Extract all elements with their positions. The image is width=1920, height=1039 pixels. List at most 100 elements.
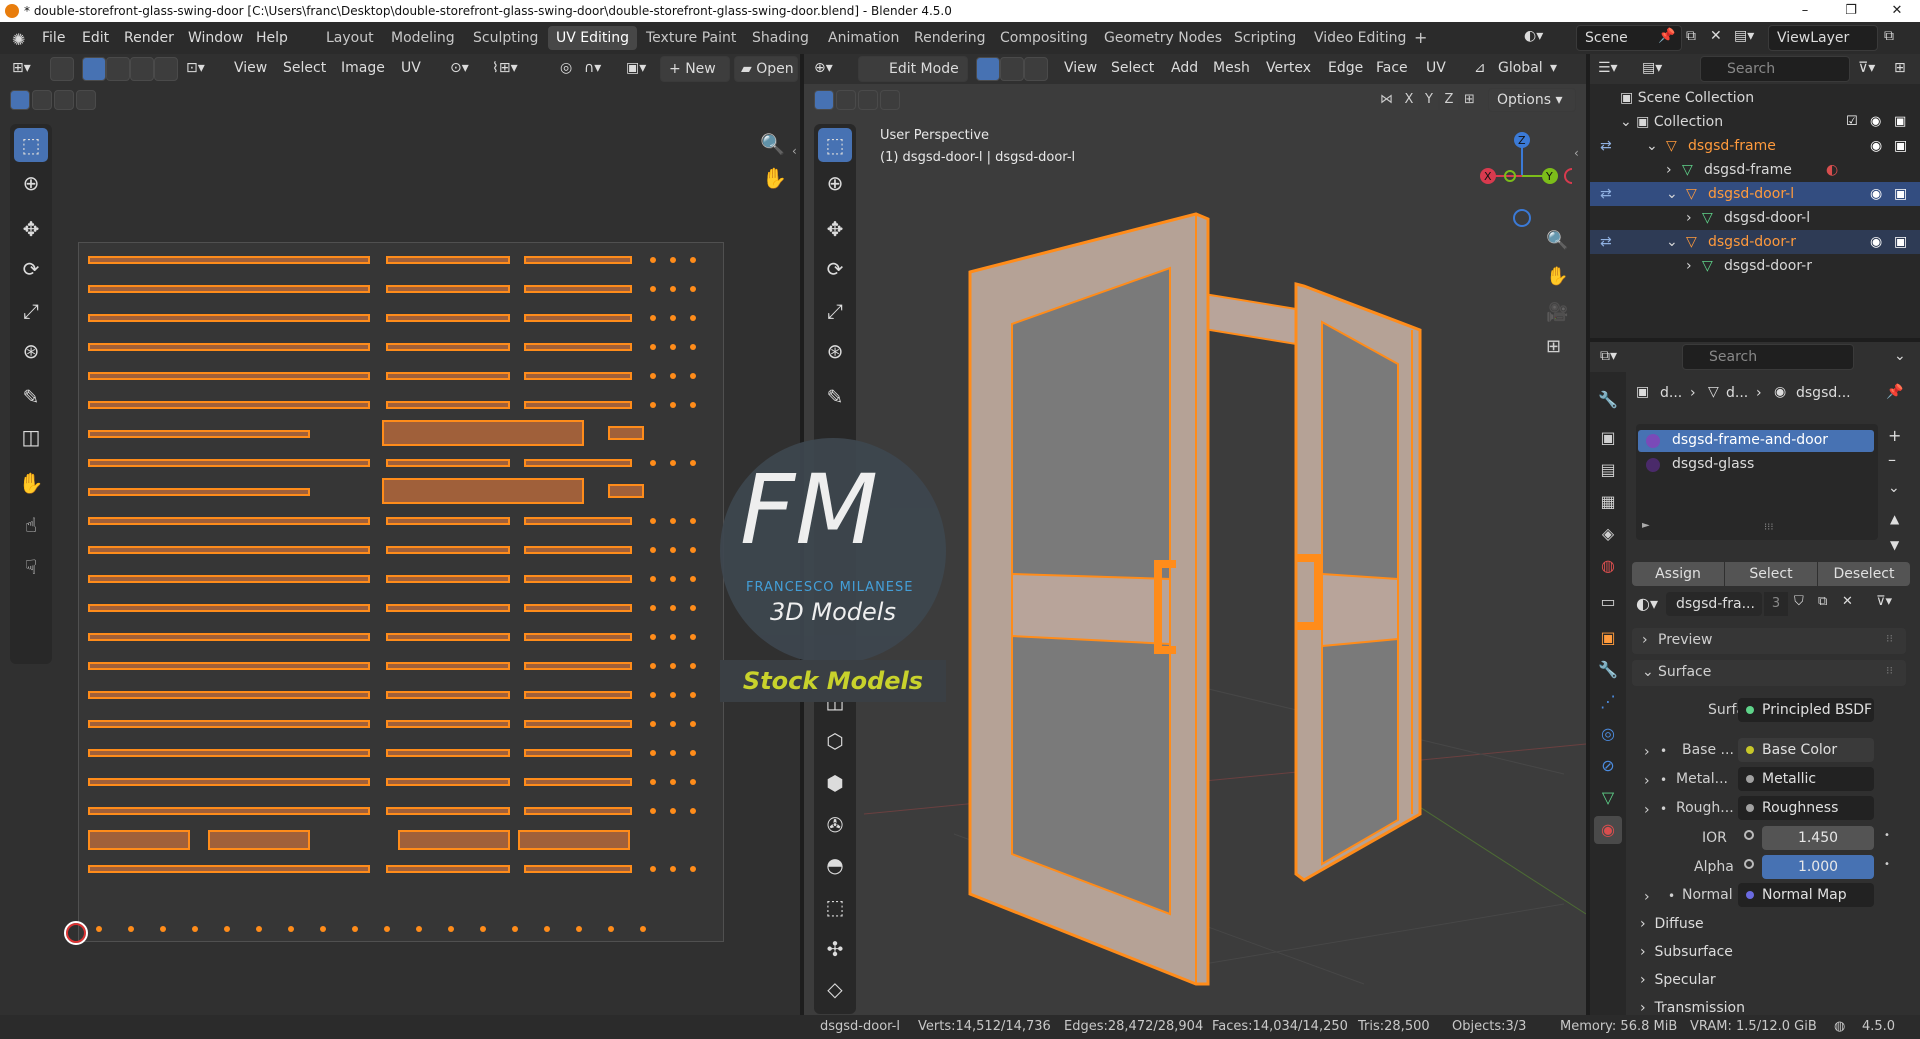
properties-editor-icon[interactable]: ⧉▾	[1600, 348, 1617, 364]
tab-geometry-nodes[interactable]: Geometry Nodes	[1096, 26, 1230, 50]
viewlayer-selector[interactable]: ViewLayer	[1768, 25, 1878, 51]
deselect-button[interactable]: Deselect	[1818, 562, 1910, 586]
preview-panel[interactable]: › Preview ⁝⁝	[1632, 628, 1906, 654]
collection-row[interactable]: ⌄ ▣ Collection	[1620, 110, 1723, 134]
menu-help[interactable]: Help	[256, 30, 288, 46]
tab-video-editing[interactable]: Video Editing	[1306, 26, 1414, 50]
vp-zoom-icon[interactable]: 🔍	[1546, 230, 1568, 251]
resize-handle-icon[interactable]: ⁝⁝⁝	[1764, 522, 1774, 533]
metallic-expand-icon[interactable]: ›	[1644, 773, 1650, 789]
face-select-icon[interactable]	[130, 57, 154, 81]
pivot-icon[interactable]: ⊙▾	[450, 60, 469, 76]
physics-tab-icon[interactable]: ◎	[1594, 720, 1622, 748]
door-l-render-icon[interactable]: ▣	[1894, 182, 1907, 206]
zoom-icon[interactable]: 🔍	[760, 132, 785, 156]
collection-tab-icon[interactable]: ▭	[1594, 588, 1622, 616]
add-workspace-icon[interactable]: +	[1406, 26, 1435, 50]
pinch-tool-icon[interactable]: ☟	[14, 550, 48, 584]
tab-compositing[interactable]: Compositing	[992, 26, 1096, 50]
material-slot-frame-and-door[interactable]: dsgsd-frame-and-door	[1638, 430, 1874, 452]
duplicate-material-icon[interactable]: ⧉	[1818, 594, 1827, 609]
sidebar-toggle-icon[interactable]: ‹	[792, 144, 797, 158]
material-name-field[interactable]: dsgsd-fra...	[1666, 592, 1762, 616]
uv-image-canvas[interactable]	[78, 242, 724, 942]
outliner-editor-icon[interactable]: ☰▾	[1598, 60, 1618, 76]
ortho-toggle-icon[interactable]: ⊞	[1546, 336, 1561, 357]
island-select-icon[interactable]	[154, 57, 178, 81]
vp-pan-icon[interactable]: ✋	[1546, 266, 1568, 287]
delete-scene-icon[interactable]: ✕	[1710, 28, 1722, 44]
assign-button[interactable]: Assign	[1632, 562, 1724, 586]
new-viewlayer-icon[interactable]: ⧉	[1884, 28, 1894, 44]
menu-edit[interactable]: Edit	[82, 30, 109, 46]
expand-icon[interactable]: ►	[1642, 520, 1650, 531]
snap-icon[interactable]: ⌇⊞▾	[492, 60, 518, 76]
select-box-mode-icon[interactable]	[10, 90, 30, 110]
door-l-edit-icon[interactable]: ⇄	[1600, 182, 1612, 206]
tab-modeling[interactable]: Modeling	[383, 26, 463, 50]
tab-texture-paint[interactable]: Texture Paint	[638, 26, 744, 50]
select-subtract-icon[interactable]	[54, 90, 74, 110]
tab-sculpting[interactable]: Sculpting	[465, 26, 546, 50]
tool-tab-icon[interactable]: 🔧	[1594, 386, 1622, 414]
outliner-filter-icon[interactable]: ⊽▾	[1858, 60, 1875, 76]
unlink-material-icon[interactable]: ✕	[1842, 594, 1853, 609]
door-l-visibility-icon[interactable]: ◉	[1870, 182, 1882, 206]
menu-file[interactable]: File	[42, 30, 65, 46]
add-slot-icon[interactable]: +	[1888, 426, 1901, 445]
world-tab-icon[interactable]: ◍	[1594, 552, 1622, 580]
material-users-count[interactable]: 3	[1764, 592, 1788, 616]
outliner-item-door-r[interactable]: ⇄ ⌄ ▽ dsgsd-door-r ◉ ▣	[1590, 230, 1920, 254]
breadcrumb-pin-icon[interactable]: 📌	[1886, 384, 1903, 400]
uv-menu-select[interactable]: Select	[283, 60, 326, 76]
falloff-icon[interactable]: ∩▾	[584, 60, 601, 76]
rip-tool-icon[interactable]: ◫	[14, 420, 48, 454]
subsurface-section[interactable]: › Subsurface	[1640, 941, 1733, 963]
door-r-visibility-icon[interactable]: ◉	[1870, 230, 1882, 254]
material-slot-glass[interactable]: dsgsd-glass	[1638, 454, 1874, 476]
uv-editor[interactable]: ⊞▾ ⊡▾ View Select Image UV ⊙▾ ⌇⊞▾ ◎ ∩▾ ▣…	[0, 54, 800, 1015]
close-window-button[interactable]: ✕	[1874, 0, 1920, 22]
move-tool-icon[interactable]: ✥	[14, 212, 48, 246]
material-filter-icon[interactable]: ⊽▾	[1876, 594, 1892, 609]
tab-scripting[interactable]: Scripting	[1226, 26, 1304, 50]
open-image-button[interactable]: ▰ Open	[734, 56, 798, 82]
proportional-edit-icon[interactable]: ◎	[560, 60, 572, 76]
properties-options-icon[interactable]: ⌄	[1894, 348, 1906, 364]
fake-user-icon[interactable]: ⛉	[1794, 594, 1804, 609]
specular-section[interactable]: › Specular	[1640, 969, 1716, 991]
new-scene-icon[interactable]: ⧉	[1686, 28, 1696, 44]
camera-view-icon[interactable]: 🎥	[1546, 302, 1568, 323]
select-box-tool-icon[interactable]: ⬚	[14, 128, 48, 162]
ior-field[interactable]: 1.450	[1762, 826, 1874, 850]
cursor-tool-icon[interactable]: ⊕	[14, 166, 48, 200]
data-tab-icon[interactable]: ▽	[1594, 784, 1622, 812]
move-slot-down-icon[interactable]: ▼	[1890, 538, 1899, 552]
output-tab-icon[interactable]: ▤	[1594, 456, 1622, 484]
maximize-button[interactable]: ❐	[1828, 0, 1874, 22]
outliner[interactable]: ☰▾ ▤▾ Search ⊽▾ ⊞ ▣ Scene Collection ⌄ ▣…	[1590, 54, 1920, 338]
sticky-select-icon[interactable]: ⊡▾	[186, 60, 205, 76]
vertex-select-icon[interactable]	[82, 57, 106, 81]
frame-visibility-icon[interactable]: ◉	[1870, 134, 1882, 158]
tab-animation[interactable]: Animation	[820, 26, 907, 50]
tab-uv-editing[interactable]: UV Editing	[548, 26, 638, 50]
normal-expand-icon[interactable]: ›	[1644, 889, 1650, 905]
relax-tool-icon[interactable]: ☝	[14, 508, 48, 542]
door-r-render-icon[interactable]: ▣	[1894, 230, 1907, 254]
object-tab-icon[interactable]: ▣	[1594, 624, 1622, 652]
properties-search[interactable]: Search	[1682, 344, 1854, 370]
frame-render-icon[interactable]: ▣	[1894, 134, 1907, 158]
material-tab-icon[interactable]: ◉	[1594, 816, 1622, 844]
slot-menu-icon[interactable]: ⌄	[1888, 480, 1900, 496]
scene-tab-icon[interactable]: ◈	[1594, 520, 1622, 548]
pan-icon[interactable]: ✋	[762, 166, 787, 190]
vp-sidebar-toggle-icon[interactable]: ‹	[1574, 146, 1579, 160]
outliner-search[interactable]: Search	[1700, 56, 1850, 82]
editor-type-icon[interactable]: ⊞▾	[12, 60, 31, 76]
new-image-button[interactable]: + New	[660, 56, 730, 82]
metallic-field[interactable]: Metallic	[1738, 767, 1874, 791]
outliner-item-frame[interactable]: ⇄ ⌄ ▽ dsgsd-frame ◉ ▣	[1590, 134, 1920, 158]
menu-render[interactable]: Render	[124, 30, 174, 46]
navigation-gizmo[interactable]: Z X Y	[1472, 128, 1572, 238]
